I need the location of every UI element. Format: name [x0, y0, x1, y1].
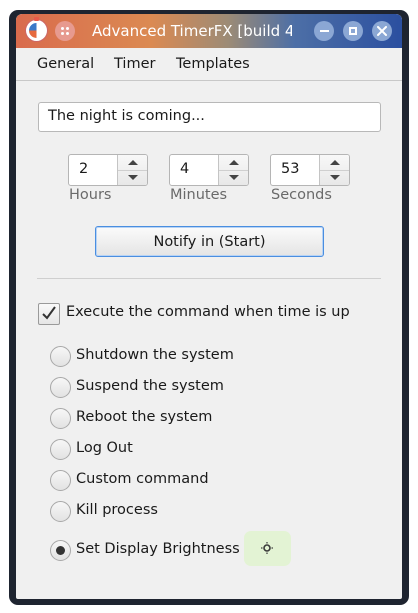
radio-button[interactable]: [50, 377, 71, 398]
minimize-icon: [319, 30, 329, 32]
chevron-up-icon: [329, 160, 340, 165]
chevron-up-icon: [228, 160, 239, 165]
timer-app-icon: [26, 17, 47, 41]
execute-command-label[interactable]: Execute the command when time is up: [66, 304, 350, 320]
radio-button[interactable]: [50, 346, 71, 367]
menu-templates[interactable]: Templates: [176, 56, 250, 72]
minutes-spinner[interactable]: 4: [169, 154, 249, 186]
radio-button[interactable]: [50, 501, 71, 522]
close-button[interactable]: [372, 21, 392, 41]
checkmark-icon: [42, 306, 56, 320]
seconds-decrement-button[interactable]: [320, 170, 349, 185]
menu-bar: General Timer Templates: [16, 48, 402, 81]
radio-button-selected[interactable]: [50, 540, 71, 561]
radio-button[interactable]: [50, 470, 71, 491]
chevron-down-icon: [329, 175, 340, 180]
minutes-label: Minutes: [170, 187, 228, 203]
hours-decrement-button[interactable]: [118, 170, 147, 185]
hours-increment-button[interactable]: [118, 155, 147, 171]
seconds-value[interactable]: 53: [281, 161, 299, 177]
minutes-increment-button[interactable]: [219, 155, 248, 171]
minutes-decrement-button[interactable]: [219, 170, 248, 185]
seconds-arrows: [319, 155, 349, 185]
radio-label-suspend[interactable]: Suspend the system: [76, 378, 224, 394]
menu-general[interactable]: General: [37, 56, 94, 72]
app-window: Advanced TimerFX [build 4... General Tim…: [16, 14, 402, 599]
brightness-icon: [261, 542, 273, 554]
notify-start-button[interactable]: Notify in (Start): [95, 226, 324, 257]
title-bar[interactable]: Advanced TimerFX [build 4...: [16, 14, 402, 48]
radio-button[interactable]: [50, 408, 71, 429]
chevron-up-icon: [127, 160, 138, 165]
chevron-down-icon: [228, 175, 239, 180]
hours-value[interactable]: 2: [79, 161, 88, 177]
seconds-label: Seconds: [271, 187, 332, 203]
maximize-button[interactable]: [343, 21, 363, 41]
seconds-increment-button[interactable]: [320, 155, 349, 171]
menu-dots-icon: [61, 27, 69, 35]
radio-label-reboot[interactable]: Reboot the system: [76, 409, 212, 425]
separator: [37, 278, 381, 279]
timer-face: [29, 23, 44, 38]
chevron-down-icon: [127, 175, 138, 180]
maximize-icon: [349, 27, 357, 35]
close-icon: [377, 26, 387, 36]
menu-timer[interactable]: Timer: [114, 56, 155, 72]
minimize-button[interactable]: [314, 21, 334, 41]
message-input-value: The night is coming...: [48, 108, 205, 124]
radio-label-shutdown[interactable]: Shutdown the system: [76, 347, 234, 363]
minutes-arrows: [218, 155, 248, 185]
radio-label-set-brightness[interactable]: Set Display Brightness: [76, 541, 240, 557]
radio-button[interactable]: [50, 439, 71, 460]
radio-label-logout[interactable]: Log Out: [76, 440, 133, 456]
hours-label: Hours: [69, 187, 112, 203]
hours-arrows: [117, 155, 147, 185]
hours-spinner[interactable]: 2: [68, 154, 148, 186]
timer-knob: [34, 17, 39, 21]
window-menu-button[interactable]: [55, 21, 75, 41]
radio-label-kill-process[interactable]: Kill process: [76, 502, 158, 518]
seconds-spinner[interactable]: 53: [270, 154, 350, 186]
execute-command-checkbox[interactable]: [38, 303, 60, 325]
minutes-value[interactable]: 4: [180, 161, 189, 177]
message-input[interactable]: The night is coming...: [38, 102, 381, 132]
brightness-settings-button[interactable]: [244, 531, 291, 566]
radio-label-custom-command[interactable]: Custom command: [76, 471, 209, 487]
window-title: Advanced TimerFX [build 4...: [92, 22, 292, 40]
